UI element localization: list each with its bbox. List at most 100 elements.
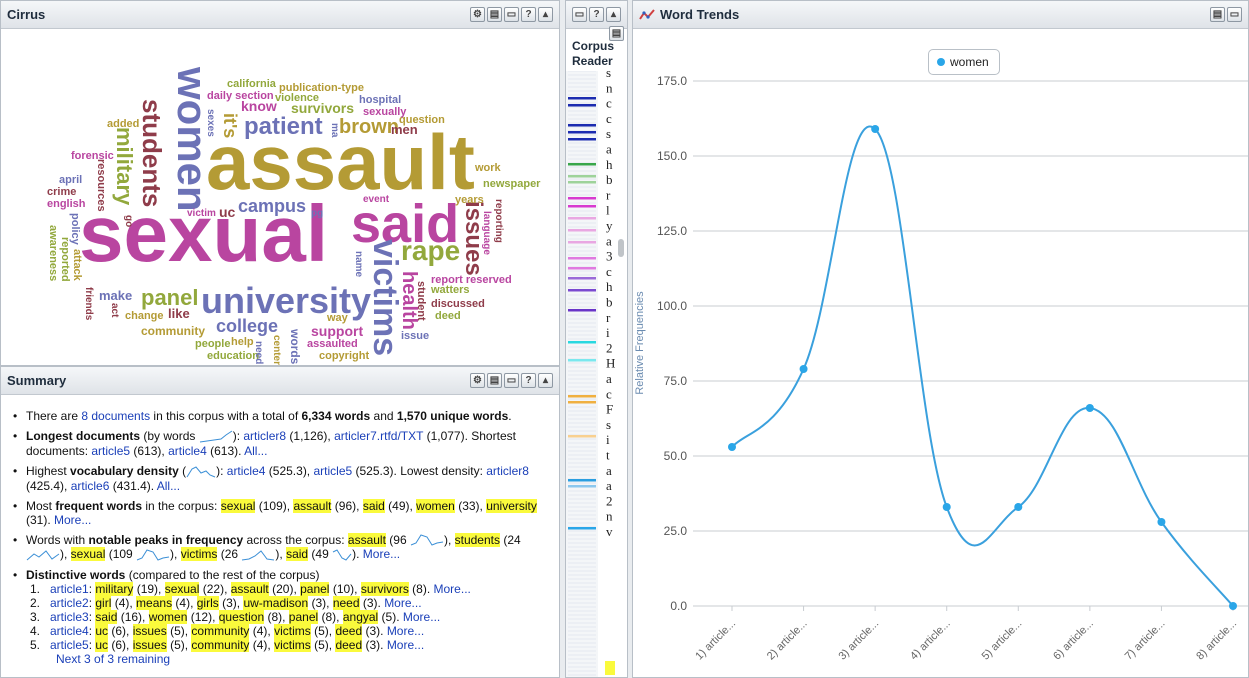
more-link[interactable]: More... — [403, 610, 440, 624]
term-link[interactable]: uc — [95, 638, 109, 653]
term-link[interactable]: victims — [274, 624, 311, 639]
cloud-word[interactable]: awareness — [47, 225, 59, 281]
cloud-word[interactable]: english — [47, 199, 86, 210]
term-link[interactable]: panel — [288, 610, 319, 625]
cloud-word[interactable]: make — [99, 289, 132, 302]
reader-strip[interactable]: snccsahbrlya3chbri2HacFsitaa2nv — [566, 71, 628, 678]
cloud-word[interactable]: reporting — [493, 199, 504, 243]
cloud-word[interactable]: military — [112, 127, 137, 205]
reader-mark[interactable] — [568, 104, 596, 107]
doc-link[interactable]: article5 — [50, 638, 89, 652]
reader-mark[interactable] — [568, 435, 596, 438]
term-link[interactable]: survivors — [360, 582, 409, 597]
term-link[interactable]: deed — [335, 624, 363, 639]
term-link[interactable]: said — [95, 610, 118, 625]
cloud-word[interactable]: sexually — [363, 107, 406, 118]
data-point[interactable] — [1157, 518, 1166, 526]
minimize-icon[interactable]: ▴ — [538, 7, 553, 22]
reader-mark[interactable] — [568, 197, 596, 200]
reader-mark[interactable] — [568, 309, 596, 312]
cloud-word[interactable]: it's — [220, 113, 240, 138]
minimize-icon[interactable]: ▴ — [538, 373, 553, 388]
reader-mark[interactable] — [568, 241, 596, 244]
reader-mark[interactable] — [568, 217, 596, 220]
doc-link[interactable]: article4 — [168, 444, 207, 458]
term-link[interactable]: uw-madison — [243, 596, 309, 611]
reader-mark[interactable] — [568, 138, 596, 141]
cloud-word[interactable]: hospital — [359, 95, 401, 106]
cloud-word[interactable]: years — [455, 195, 484, 206]
term-link[interactable]: assault — [293, 498, 332, 513]
term-link[interactable]: girl — [95, 596, 112, 611]
term-link[interactable]: community — [191, 624, 250, 639]
term-link[interactable]: girls — [196, 596, 219, 611]
term-link[interactable]: said — [286, 547, 309, 562]
term-link[interactable]: military — [95, 582, 134, 597]
term-link[interactable]: assault — [230, 582, 269, 597]
reader-mark[interactable] — [568, 229, 596, 232]
window-icon[interactable]: ▭ — [572, 7, 587, 22]
doc-link[interactable]: article5 — [313, 464, 352, 478]
more-link[interactable]: More... — [387, 624, 424, 638]
cloud-word[interactable]: california — [227, 79, 276, 90]
next-link[interactable]: Next 3 of 3 remaining — [56, 652, 549, 666]
term-link[interactable]: community — [191, 638, 250, 653]
reader-mark[interactable] — [568, 359, 596, 362]
cloud-word[interactable]: reported — [59, 237, 71, 282]
data-point[interactable] — [1085, 404, 1094, 412]
more-link[interactable]: More... — [54, 513, 91, 527]
term-link[interactable]: victims — [274, 638, 311, 653]
term-link[interactable]: question — [218, 610, 265, 625]
doc-link[interactable]: article6 — [71, 479, 110, 493]
cloud-word[interactable]: name — [353, 251, 364, 277]
help-icon[interactable]: ? — [521, 373, 536, 388]
cloud-word[interactable]: april — [59, 175, 82, 186]
cloud-word[interactable]: watters — [431, 285, 470, 296]
cloud-word[interactable]: copyright — [319, 351, 369, 362]
cloud-word[interactable]: assaulted — [307, 339, 358, 350]
reader-mark[interactable] — [568, 277, 596, 280]
more-link[interactable]: More... — [434, 582, 471, 596]
reader-mark[interactable] — [568, 485, 596, 488]
data-point[interactable] — [942, 503, 951, 511]
cloud-word[interactable]: friends — [83, 287, 94, 320]
cloud-word[interactable]: need — [253, 341, 264, 364]
doc-link[interactable]: article2 — [50, 596, 89, 610]
doc-link[interactable]: articler8 — [243, 429, 286, 443]
cloud-word[interactable]: way — [327, 313, 348, 324]
reader-mark[interactable] — [568, 205, 596, 208]
data-point[interactable] — [871, 125, 880, 133]
doc-link[interactable]: articler8 — [486, 464, 529, 478]
export-icon[interactable]: ▤ — [1210, 7, 1225, 22]
window-icon[interactable]: ▭ — [1227, 7, 1242, 22]
reader-mark[interactable] — [568, 257, 596, 260]
settings-icon[interactable]: ⚙ — [470, 373, 485, 388]
cloud-word[interactable]: ma — [329, 123, 340, 137]
reader-mark[interactable] — [568, 267, 596, 270]
cloud-word[interactable]: go — [123, 215, 134, 227]
export-icon[interactable]: ▤ — [487, 373, 502, 388]
cloud-word[interactable]: words — [288, 329, 302, 364]
cloud-word[interactable]: sexes — [205, 109, 216, 137]
data-point[interactable] — [728, 443, 736, 451]
term-link[interactable]: sexual — [70, 547, 106, 562]
cloud-word[interactable]: victim — [187, 209, 216, 219]
cloud-word[interactable]: education — [207, 351, 259, 362]
cloud-word[interactable]: language — [481, 211, 492, 255]
reader-mark[interactable] — [568, 163, 596, 166]
cloud-word[interactable]: community — [141, 325, 205, 337]
term-link[interactable]: deed — [335, 638, 363, 653]
reader-mark[interactable] — [568, 97, 596, 100]
term-link[interactable]: university — [486, 498, 537, 513]
term-link[interactable]: issues — [132, 638, 167, 653]
cloud-word[interactable]: work — [475, 163, 501, 174]
cloud-word[interactable]: discussed — [431, 299, 485, 310]
term-link[interactable]: panel — [300, 582, 330, 597]
doc-link[interactable]: articler7.rtfd/TXT — [334, 429, 423, 443]
cloud-word[interactable]: violence — [275, 93, 319, 104]
reader-scrollbar[interactable] — [618, 239, 624, 257]
cloud-word[interactable]: attack — [71, 249, 83, 281]
term-link[interactable]: victims — [180, 547, 218, 562]
reader-mark[interactable] — [568, 395, 596, 398]
term-link[interactable]: need — [332, 596, 360, 611]
